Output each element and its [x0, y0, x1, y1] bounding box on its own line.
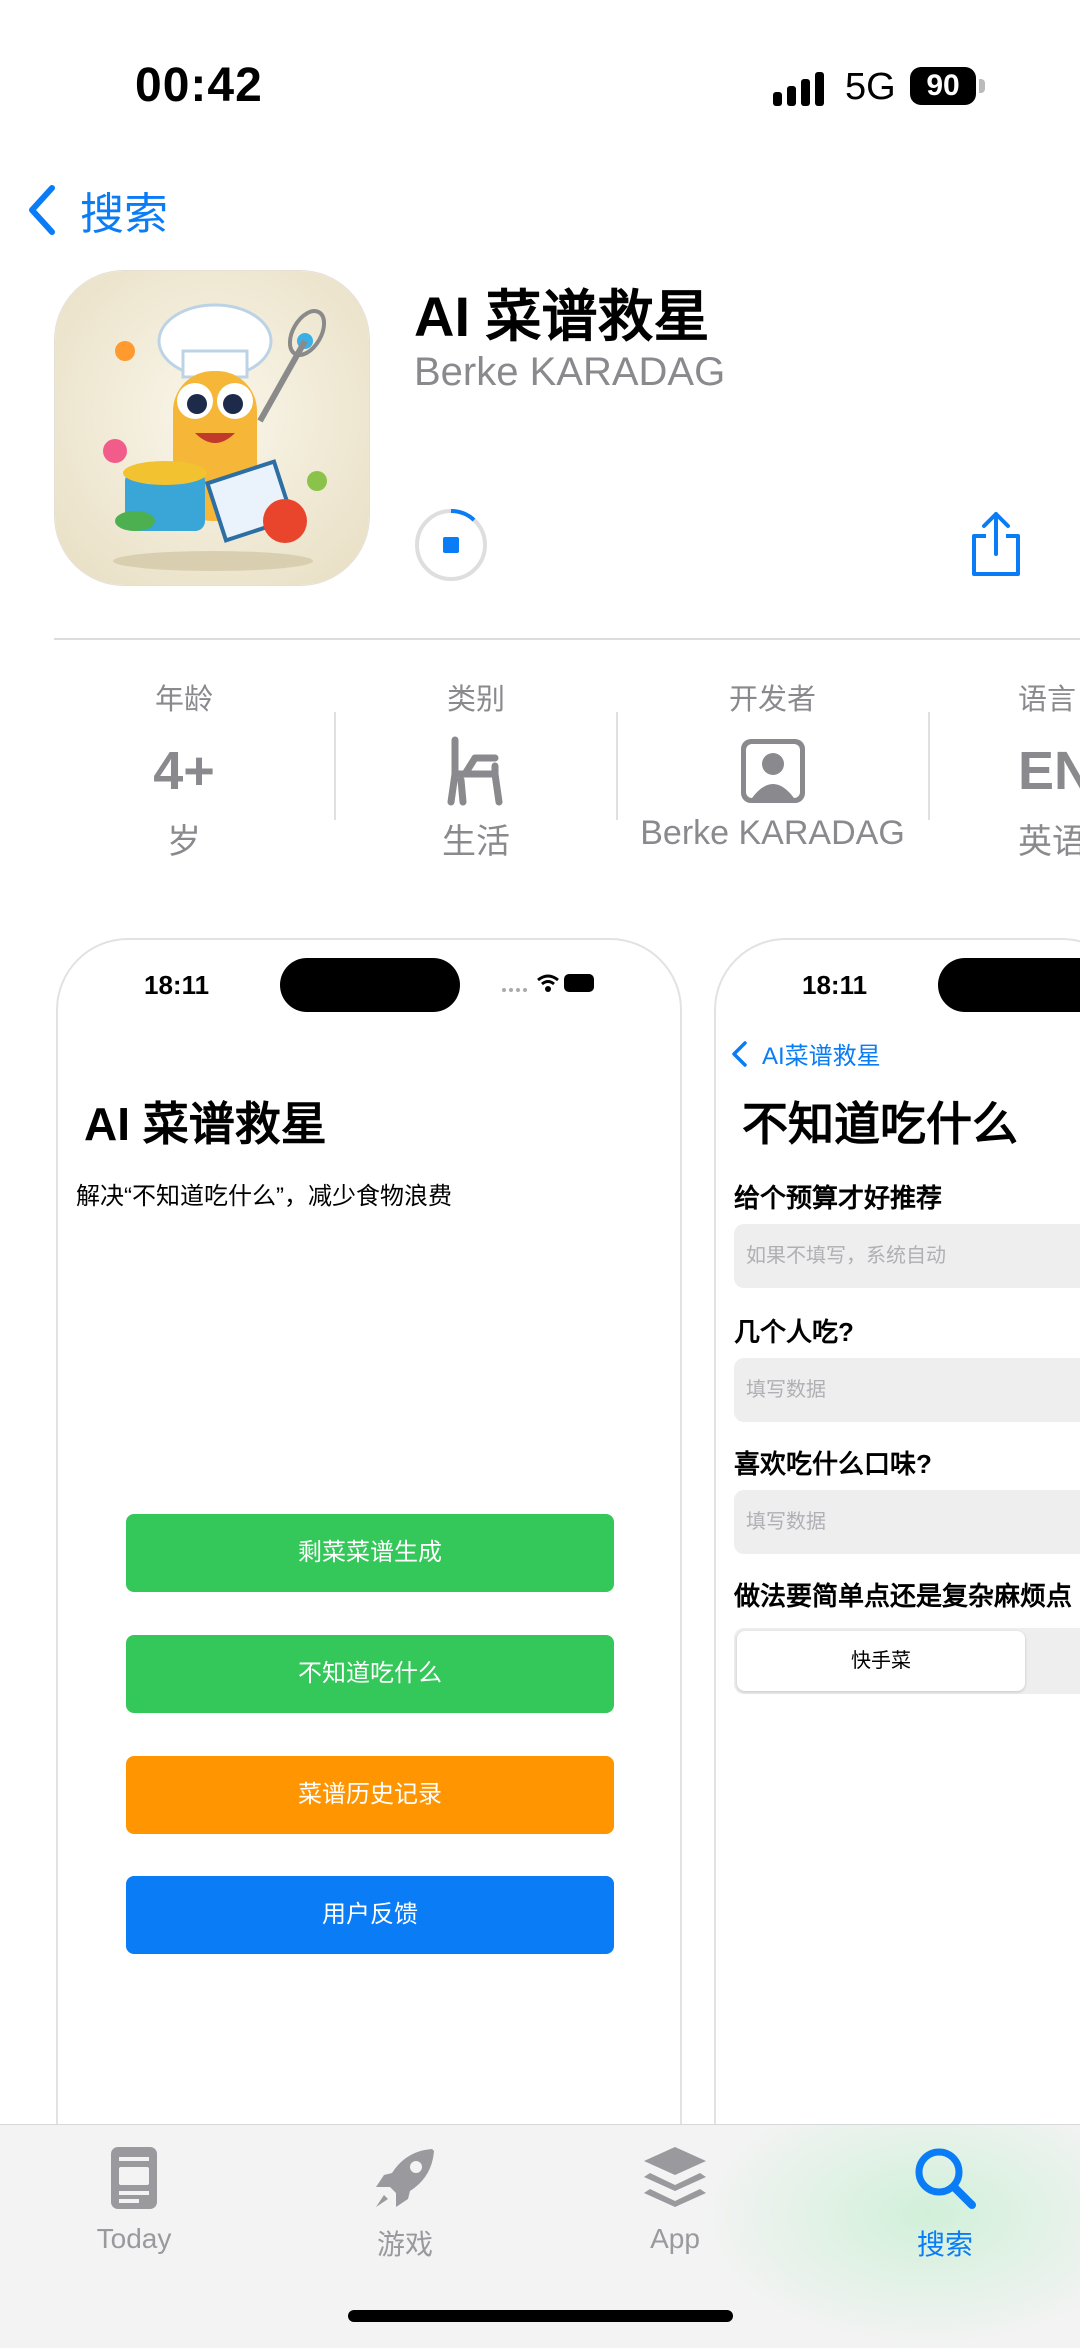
battery-icon: 90 [910, 67, 976, 105]
recipe-history-button: 菜谱历史记录 [126, 1756, 614, 1834]
question-label: 喜欢吃什么口味? [734, 1449, 932, 1479]
search-icon [915, 2148, 976, 2209]
screenshot-time: 18:11 [802, 970, 868, 1000]
leftover-recipe-button: 剩菜菜谱生成 [126, 1514, 614, 1592]
info-age-label: 年龄 [154, 684, 213, 716]
chevron-left-icon [29, 185, 55, 235]
budget-input: 如果不填写，系统自动 [734, 1224, 1080, 1288]
info-language-value: EN [1018, 741, 1080, 801]
info-developer[interactable]: 开发者 Berke KARADAG [630, 676, 915, 853]
rocket-icon [376, 2149, 434, 2207]
dynamic-island [938, 958, 1080, 1012]
chevron-left-icon [732, 1040, 747, 1067]
screenshot-back: AI菜谱救星 [730, 1036, 881, 1071]
status-time: 00:42 [135, 59, 263, 112]
info-language-label: 语言 [1018, 684, 1077, 716]
battery-tip [979, 79, 985, 93]
developer-icon [630, 736, 915, 806]
tab-today[interactable]: Today [44, 2143, 224, 2255]
question-label: 做法要简单点还是复杂麻烦点 [734, 1581, 1073, 1611]
question-label: 给个预算才好推荐 [734, 1183, 943, 1213]
layers-icon [644, 2147, 706, 2207]
user-feedback-button: 用户反馈 [126, 1876, 614, 1954]
question-label: 几个人吃? [734, 1317, 854, 1347]
download-progress-icon[interactable] [414, 508, 488, 582]
taste-input: 填写数据 [734, 1490, 1080, 1554]
header-separator [54, 638, 1080, 640]
screenshot-1[interactable]: 18:11 AI 菜谱救星 解决“不知道吃什么”，减少食物浪费 剩菜菜谱生成 不… [56, 938, 682, 2238]
info-age: 年龄 4+ 岁 [64, 676, 304, 863]
screenshot-2[interactable]: 18:11 AI菜谱救星 不知道吃什么 给个预算才好推荐 如果不填写，系统自动 … [714, 938, 1080, 2238]
network-type: 5G [845, 66, 896, 108]
back-button[interactable]: 搜索 [22, 180, 168, 240]
tab-apps-label: App [650, 2223, 700, 2254]
status-bar: 00:42 5G 90 [0, 0, 1080, 170]
info-category[interactable]: 类别 生活 [356, 676, 596, 863]
chair-icon [356, 736, 596, 806]
screenshot-title: 不知道吃什么 [742, 1098, 1018, 1150]
info-age-sub: 岁 [167, 823, 201, 861]
info-divider [616, 712, 618, 820]
info-divider [334, 712, 336, 820]
back-label: 搜索 [80, 190, 168, 239]
tab-today-label: Today [96, 2223, 172, 2254]
tab-search[interactable]: 搜索 [855, 2143, 1035, 2263]
info-language: 语言 EN 英语 [1018, 676, 1080, 863]
info-developer-sub: Berke KARADAG [640, 814, 905, 852]
cellular-signal-icon [773, 70, 827, 106]
screenshot-description: 解决“不知道吃什么”，减少食物浪费 [76, 1183, 452, 1210]
people-input: 填写数据 [734, 1358, 1080, 1422]
tab-games-label: 游戏 [376, 2229, 433, 2260]
screenshot-title: AI 菜谱救星 [84, 1098, 327, 1150]
tab-search-label: 搜索 [916, 2229, 973, 2260]
home-indicator[interactable] [348, 2310, 733, 2322]
dynamic-island [280, 958, 460, 1012]
info-divider [928, 712, 930, 820]
segment-quick: 快手菜 [737, 1631, 1025, 1691]
info-category-label: 类别 [446, 684, 505, 716]
info-language-sub: 英语 [1018, 823, 1080, 861]
today-icon [111, 2147, 157, 2209]
app-icon [54, 270, 370, 586]
tab-apps[interactable]: App [585, 2143, 765, 2255]
what-to-eat-button: 不知道吃什么 [126, 1635, 614, 1713]
info-developer-label: 开发者 [728, 684, 816, 716]
share-icon[interactable] [966, 510, 1026, 580]
difficulty-segmented-control: 快手菜 [734, 1628, 1080, 1694]
screenshot-time: 18:11 [144, 970, 210, 1000]
app-developer[interactable]: Berke KARADAG [414, 350, 725, 395]
screenshot-back-label: AI菜谱救星 [762, 1043, 881, 1070]
app-title: AI 菜谱救星 [414, 285, 710, 348]
info-age-value: 4+ [153, 741, 215, 801]
status-icons [502, 974, 594, 992]
tab-games[interactable]: 游戏 [315, 2143, 495, 2263]
info-category-sub: 生活 [442, 823, 510, 861]
